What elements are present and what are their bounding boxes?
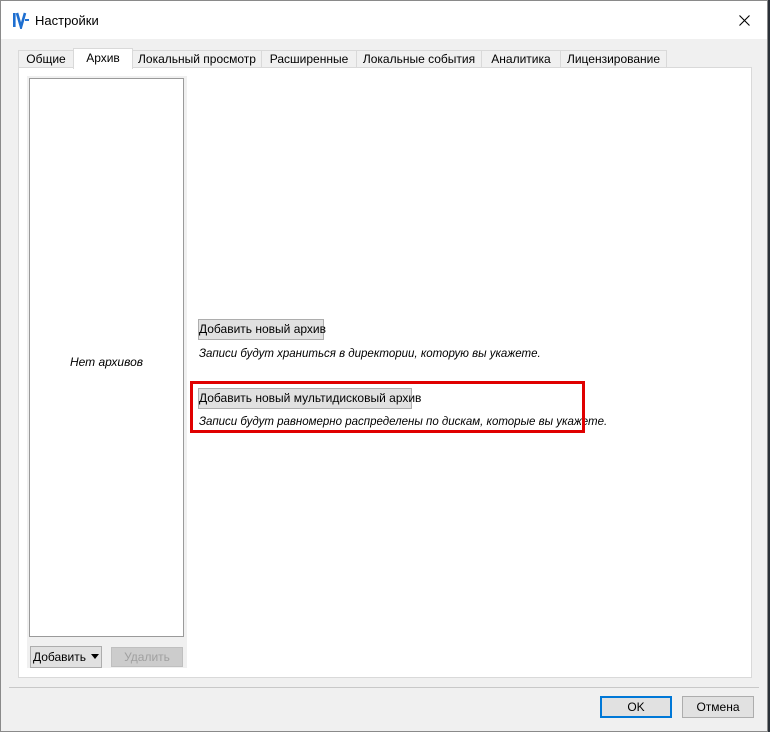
add-archive-button[interactable]: Добавить новый архив	[198, 319, 326, 340]
tab-local-view[interactable]: Локальный просмотр	[132, 50, 262, 68]
window-title: Настройки	[35, 13, 99, 28]
archive-list[interactable]: Нет архивов	[29, 78, 184, 637]
tab-local-events[interactable]: Локальные события	[356, 50, 482, 68]
title-bar: Настройки	[1, 1, 767, 39]
tab-analytics[interactable]: Аналитика	[481, 50, 561, 68]
footer-separator	[9, 687, 759, 688]
tab-general[interactable]: Общие	[18, 50, 74, 68]
ok-button[interactable]: OK	[600, 696, 672, 718]
empty-list-message: Нет архивов	[69, 355, 144, 369]
archive-tab-panel: Нет архивов Добавить Удалить	[18, 67, 752, 678]
add-multidisk-archive-button[interactable]: Добавить новый мультидисковый архив	[198, 388, 421, 409]
add-multidisk-hint: Записи будут равномерно распределены по …	[199, 416, 608, 428]
add-button-label: Добавить	[32, 650, 87, 664]
tab-archive[interactable]: Архив	[73, 48, 133, 69]
tab-licensing[interactable]: Лицензирование	[560, 50, 667, 68]
close-icon	[738, 14, 750, 26]
close-button[interactable]	[721, 1, 767, 39]
add-dropdown-button[interactable]: Добавить	[30, 646, 102, 668]
settings-dialog: Настройки Общие Архив Локальный просмотр…	[0, 0, 768, 732]
cancel-button[interactable]: Отмена	[682, 696, 754, 718]
tab-advanced[interactable]: Расширенные	[261, 50, 357, 68]
add-archive-hint: Записи будут храниться в директории, кот…	[199, 348, 541, 360]
app-logo-icon	[13, 12, 29, 29]
chevron-down-icon	[91, 654, 100, 659]
delete-button[interactable]: Удалить	[111, 647, 183, 667]
archive-list-column: Нет архивов Добавить Удалить	[27, 76, 187, 668]
